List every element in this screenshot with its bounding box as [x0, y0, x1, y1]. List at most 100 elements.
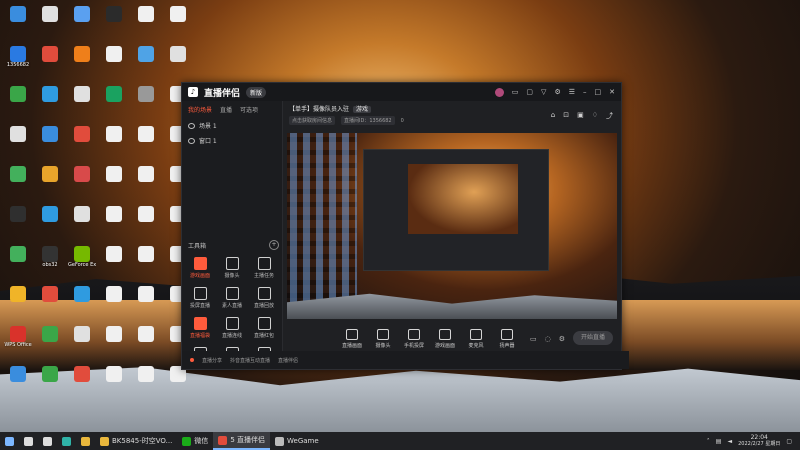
taskbar-item[interactable] [38, 432, 57, 450]
desktop-shortcut[interactable] [68, 166, 96, 196]
desktop-shortcut[interactable] [100, 326, 128, 356]
desktop-shortcut[interactable] [68, 46, 96, 76]
shirt-icon[interactable]: ▽ [541, 88, 546, 96]
desktop-shortcut[interactable] [132, 86, 160, 116]
desktop-shortcut[interactable] [132, 286, 160, 316]
desktop-shortcut[interactable] [4, 6, 32, 36]
desktop-shortcut[interactable] [4, 286, 32, 316]
desktop-shortcut[interactable] [36, 166, 64, 196]
desktop-shortcut[interactable] [68, 86, 96, 116]
desktop-shortcut[interactable] [132, 206, 160, 236]
desktop-shortcut[interactable] [100, 286, 128, 316]
desktop-shortcut[interactable] [132, 166, 160, 196]
desktop-shortcut[interactable] [100, 206, 128, 236]
taskbar-item[interactable]: 微信 [177, 432, 213, 450]
desktop-shortcut[interactable] [100, 46, 128, 76]
desktop-shortcut[interactable] [36, 326, 64, 356]
tool-button[interactable]: 投屏直播 [184, 287, 216, 309]
desktop-shortcut[interactable] [132, 326, 160, 356]
desktop-shortcut[interactable] [4, 86, 32, 116]
desktop-shortcut[interactable] [100, 166, 128, 196]
desktop-shortcut[interactable] [164, 46, 192, 76]
desktop-shortcut[interactable] [100, 126, 128, 156]
notification-icon[interactable]: ▢ [786, 438, 792, 445]
desktop-shortcut[interactable] [164, 366, 192, 396]
bell-icon[interactable]: ♢ [592, 111, 598, 121]
add-tool-button[interactable]: + [269, 240, 279, 250]
desktop-shortcut[interactable] [4, 126, 32, 156]
tool-button[interactable]: 直播连线 [216, 317, 248, 339]
desktop-shortcut[interactable] [132, 366, 160, 396]
desktop-shortcut[interactable] [4, 246, 32, 276]
source-button[interactable]: 扬声器 [496, 329, 518, 349]
desktop-shortcut[interactable] [100, 246, 128, 276]
taskbar-item[interactable] [76, 432, 95, 450]
scene-item[interactable]: 窗口 1 [182, 133, 282, 148]
desktop-shortcut[interactable] [100, 6, 128, 36]
tool-button[interactable]: 摄像头 [216, 257, 248, 279]
tool-button[interactable]: 素人直播 [216, 287, 248, 309]
desktop-shortcut[interactable] [36, 46, 64, 76]
tool-button[interactable]: 直播红包 [248, 317, 280, 339]
desktop-shortcut[interactable]: 1356682 [4, 46, 32, 76]
source-button[interactable]: 游戏画面 [434, 329, 456, 349]
network-icon[interactable]: ▤ [716, 438, 722, 445]
tab-options[interactable]: 可选项 [240, 105, 258, 114]
settings-icon[interactable]: ⚙ [554, 88, 560, 96]
status-item[interactable]: 直播伴侣 [278, 357, 298, 364]
tab-live[interactable]: 直播 [220, 105, 232, 114]
desktop-shortcut[interactable] [100, 86, 128, 116]
chat-icon[interactable]: ▭ [512, 88, 519, 96]
chevron-up-icon[interactable]: ˄ [707, 438, 710, 445]
minimize-icon[interactable]: – [583, 88, 587, 96]
desktop-shortcut[interactable] [164, 6, 192, 36]
effects-icon[interactable]: ◌ [545, 335, 551, 343]
desktop-shortcut[interactable] [68, 6, 96, 36]
share-icon[interactable]: ⤴ [606, 111, 613, 121]
clock[interactable]: 22:04 2022/2/27 星期日 [738, 434, 780, 448]
lock-icon[interactable]: ⊡ [563, 111, 569, 121]
desktop-shortcut[interactable] [68, 366, 96, 396]
eye-icon[interactable] [188, 137, 195, 144]
desktop-shortcut[interactable]: WPS Office [4, 326, 32, 356]
source-button[interactable]: 手机投屏 [403, 329, 425, 349]
scene-item[interactable]: 场景 1 [182, 118, 282, 133]
taskbar-item[interactable] [0, 432, 19, 450]
desktop-shortcut[interactable] [36, 286, 64, 316]
desktop-shortcut[interactable] [68, 326, 96, 356]
desktop-shortcut[interactable] [68, 286, 96, 316]
maximize-icon[interactable]: □ [595, 88, 602, 96]
save-icon[interactable]: ▣ [577, 111, 584, 121]
taskbar-item[interactable] [57, 432, 76, 450]
desktop-shortcut[interactable]: obs32 [36, 246, 64, 276]
tool-button[interactable]: 主播任务 [248, 257, 280, 279]
taskbar-item[interactable] [19, 432, 38, 450]
desktop-shortcut[interactable] [132, 6, 160, 36]
desktop-shortcut[interactable] [36, 6, 64, 36]
source-button[interactable]: 麦克风 [465, 329, 487, 349]
room-info-link[interactable]: 点击获取房间信息 [289, 116, 336, 125]
gift-icon[interactable]: ⌂ [551, 111, 555, 121]
desktop-shortcut[interactable] [36, 86, 64, 116]
volume-icon[interactable]: ◄ [727, 438, 732, 445]
tool-button[interactable]: 直播福袋 [184, 317, 216, 339]
desktop-shortcut[interactable] [4, 366, 32, 396]
tab-my-scenes[interactable]: 我的场景 [188, 105, 212, 114]
version-badge[interactable]: 新版 [246, 86, 267, 98]
desktop-shortcut[interactable] [100, 366, 128, 396]
start-live-button[interactable]: 开始直播 [573, 331, 613, 345]
tool-button[interactable]: 直播回放 [248, 287, 280, 309]
source-button[interactable]: 摄像头 [372, 329, 394, 349]
desktop-shortcut[interactable]: GeForce Experience [68, 246, 96, 276]
window-titlebar[interactable]: ♪ 直播伴侣 新版 ▭ ▢ ▽ ⚙ ☰ – □ ✕ [182, 83, 621, 101]
menu-icon[interactable]: ☰ [569, 88, 575, 96]
taskbar-item[interactable]: BK5845-时空VO... [95, 432, 177, 450]
desktop-shortcut[interactable] [36, 206, 64, 236]
tool-button[interactable]: 游戏画面 [184, 257, 216, 279]
record-icon[interactable]: ▭ [530, 335, 537, 343]
status-item[interactable]: 直播分享 [202, 357, 222, 364]
desktop-shortcut[interactable] [4, 166, 32, 196]
status-item[interactable]: 抖音直播互动直播 [230, 357, 270, 364]
box-icon[interactable]: ▢ [526, 88, 533, 96]
desktop-shortcut[interactable] [132, 246, 160, 276]
